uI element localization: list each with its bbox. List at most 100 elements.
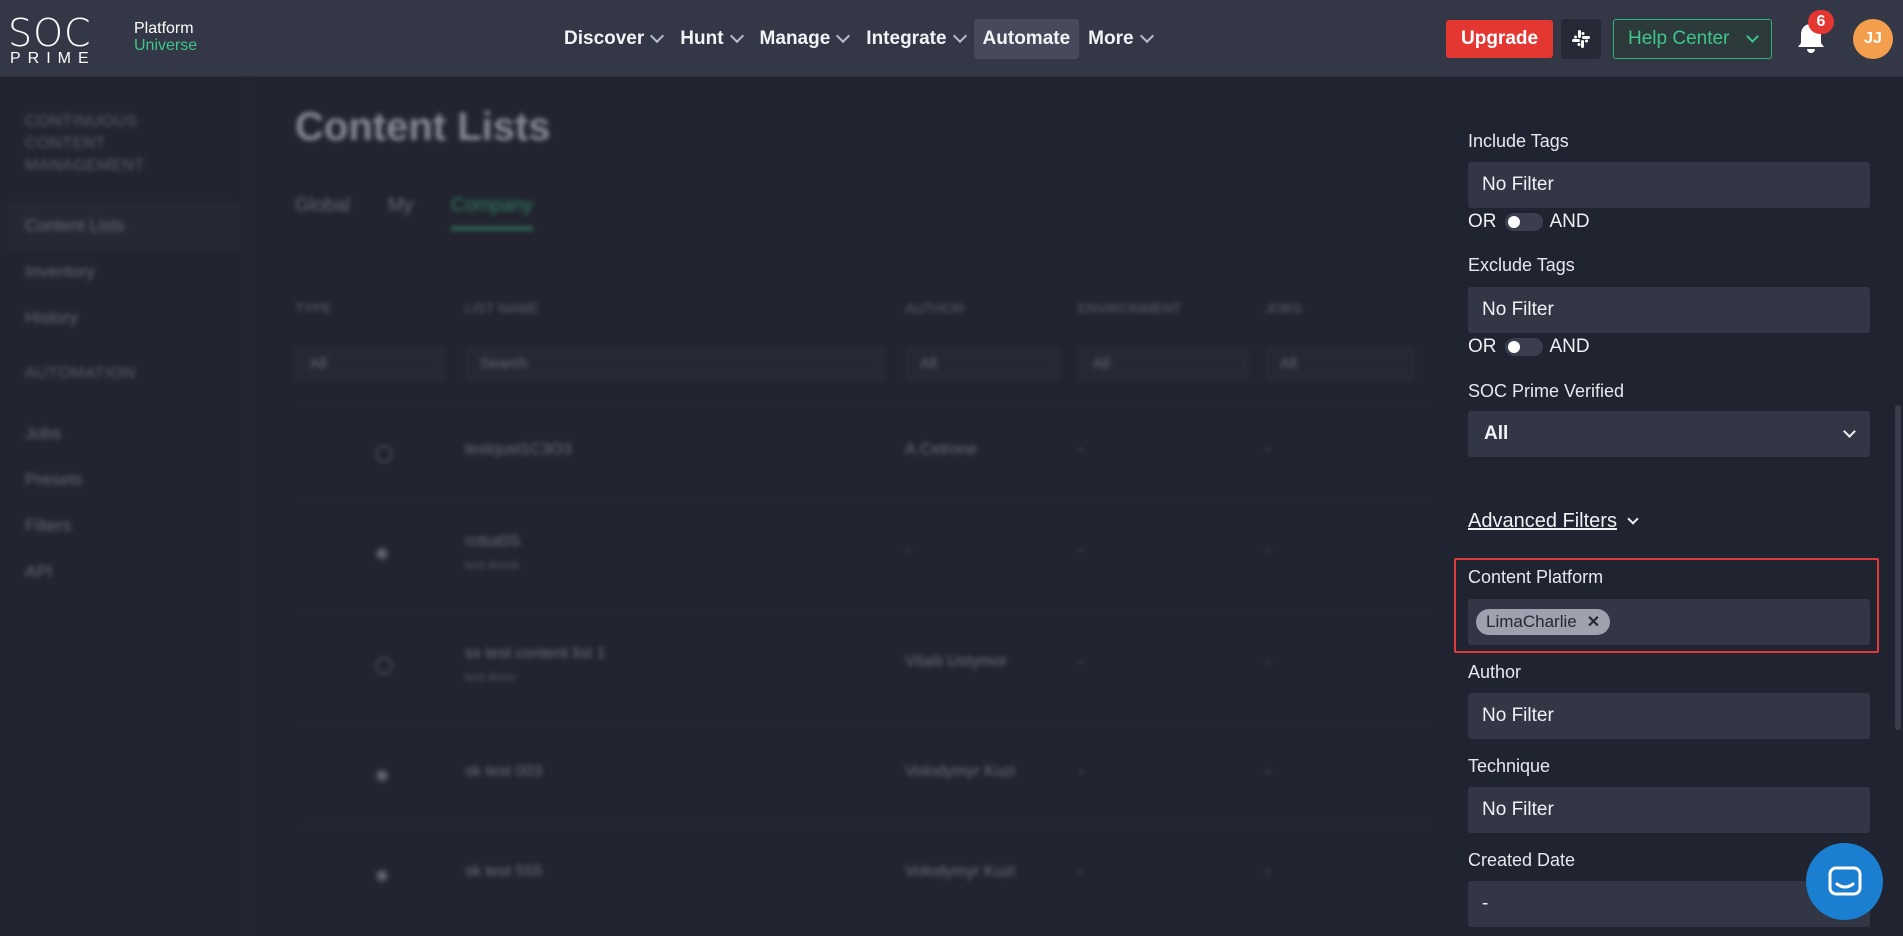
exclude-tags-logic-toggle: OR AND [1468, 336, 1590, 358]
author-filter[interactable]: All [905, 347, 1060, 381]
type-filter[interactable]: All [295, 347, 445, 381]
column-jobs[interactable]: JOBS [1265, 300, 1302, 316]
nav-discover[interactable]: Discover [555, 19, 671, 59]
avatar[interactable]: JJ [1853, 19, 1893, 59]
soc-prime-verified-label: SOC Prime Verified [1468, 381, 1625, 401]
sidebar-item-inventory[interactable]: Inventory [0, 249, 247, 295]
chevron-down-icon [952, 28, 967, 44]
row-jobs: - [1265, 541, 1271, 558]
table-row[interactable]: ◯ ss test content list 1 test descr Vita… [295, 614, 1435, 714]
row-jobs: - [1265, 441, 1271, 458]
sidebar-item-presets[interactable]: Presets [0, 457, 247, 503]
author-input[interactable]: No Filter [1468, 693, 1870, 739]
background-page: CONTINUOUS CONTENT MANAGEMENT Content Li… [0, 77, 1440, 936]
row-env: - [1078, 763, 1084, 780]
table-row[interactable]: ◉ sk test 003 Volodymyr Kuzi - - [295, 724, 1435, 824]
chevron-down-icon [729, 28, 744, 44]
tab-global[interactable]: Global [295, 195, 350, 230]
type-icon: ◉ [375, 867, 389, 884]
row-author: Volodymyr Kuzi [905, 763, 1016, 780]
row-name: ss test content list 1 [465, 645, 606, 662]
row-env: - [1078, 653, 1084, 670]
logo-mark: SOC PRIME [8, 11, 118, 67]
exclude-tags-input[interactable]: No Filter [1468, 287, 1870, 333]
top-navigation-bar: SOC PRIME Platform Universe Discover Hun… [0, 0, 1903, 77]
platform-label: Platform [134, 20, 194, 37]
advanced-filters-toggle[interactable]: Advanced Filters [1468, 510, 1639, 533]
close-icon[interactable]: ✕ [1587, 612, 1600, 632]
environment-filter[interactable]: All [1078, 347, 1248, 381]
tab-company[interactable]: Company [451, 195, 533, 230]
nav-more-label: More [1088, 28, 1134, 49]
chevron-down-icon [1139, 28, 1154, 44]
sidebar-item-history[interactable]: History [0, 295, 247, 341]
chevron-down-icon [1746, 30, 1759, 43]
table-row[interactable]: ◯ testrjust1C3O3 A.Cetrone - - [295, 402, 1435, 502]
row-env: - [1078, 863, 1084, 880]
exclude-or-label: OR [1468, 336, 1497, 357]
row-name: testrjust1C3O3 [465, 441, 572, 458]
include-tags-logic-toggle: OR AND [1468, 211, 1590, 233]
created-date-label: Created Date [1468, 850, 1576, 870]
row-description: test descr [465, 670, 518, 684]
platform-chip-label: LimaCharlie [1486, 612, 1577, 631]
chat-launcher-button[interactable] [1806, 843, 1883, 920]
slack-button[interactable] [1561, 19, 1601, 59]
chevron-down-icon [1627, 513, 1639, 525]
logo-prime-text: PRIME [10, 50, 96, 67]
main-nav: Discover Hunt Manage Integrate Automate … [555, 19, 1161, 59]
content-platform-input[interactable]: LimaCharlie ✕ [1468, 599, 1870, 645]
include-tags-input[interactable]: No Filter [1468, 162, 1870, 208]
nav-manage[interactable]: Manage [751, 19, 858, 59]
sidebar-item-content-lists[interactable]: Content Lists [8, 203, 239, 249]
chevron-down-icon [1843, 425, 1856, 438]
filter-panel-scrollbar[interactable] [1895, 405, 1901, 730]
row-name: sk test 003 [465, 763, 543, 780]
nav-hunt[interactable]: Hunt [671, 19, 750, 59]
soc-prime-logo[interactable]: SOC PRIME Platform Universe [8, 11, 197, 67]
exclude-tags-label: Exclude Tags [1468, 255, 1575, 275]
tab-my[interactable]: My [388, 195, 413, 230]
page-title: Content Lists [295, 105, 551, 149]
table-row[interactable]: ◉ sk test 555 Volodymyr Kuzi - - [295, 824, 1435, 924]
sidebar-item-jobs[interactable]: Jobs [0, 411, 247, 457]
nav-discover-label: Discover [564, 28, 645, 49]
row-jobs: - [1265, 863, 1271, 880]
nav-manage-label: Manage [759, 28, 831, 49]
table-row[interactable]: ◉ rcttut0S test desck - - - [295, 502, 1435, 602]
notification-badge: 6 [1808, 10, 1834, 34]
include-tags-label: Include Tags [1468, 131, 1569, 151]
verified-selected-value: All [1484, 423, 1509, 444]
technique-input[interactable]: No Filter [1468, 787, 1870, 833]
sidebar-item-api[interactable]: API [0, 549, 247, 595]
nav-more[interactable]: More [1079, 19, 1160, 59]
row-jobs: - [1265, 653, 1271, 670]
include-and-label: AND [1549, 211, 1590, 232]
upgrade-button[interactable]: Upgrade [1446, 20, 1554, 58]
row-jobs: - [1265, 763, 1271, 780]
column-list-name[interactable]: LIST NAME [465, 300, 539, 316]
list-name-search[interactable]: Search [465, 347, 885, 381]
exclude-logic-switch[interactable] [1504, 338, 1543, 356]
help-center-dropdown[interactable]: Help Center [1613, 19, 1772, 59]
column-author[interactable]: AUTHOR [905, 300, 964, 316]
content-platform-label: Content Platform [1468, 567, 1604, 587]
column-environment[interactable]: ENVIRONMENT [1078, 300, 1181, 316]
column-type[interactable]: TYPE [295, 300, 332, 316]
type-icon: ◯ [375, 445, 393, 462]
logo-soc-text: SOC [8, 11, 92, 55]
soc-prime-verified-select[interactable]: All [1468, 411, 1870, 457]
jobs-filter[interactable]: All [1265, 347, 1415, 381]
row-author: Volodymyr Kuzi [905, 863, 1016, 880]
logo-subtitle: Platform Universe [134, 20, 197, 54]
row-name: rcttut0S [465, 533, 521, 550]
sidebar-item-filters[interactable]: Filters [0, 503, 247, 549]
type-icon: ◉ [375, 545, 389, 562]
type-icon: ◯ [375, 657, 393, 674]
include-logic-switch[interactable] [1504, 213, 1543, 231]
help-center-label: Help Center [1628, 28, 1730, 49]
row-author: Vitalii Ustymor [905, 653, 1007, 670]
nav-automate[interactable]: Automate [973, 19, 1080, 59]
nav-integrate[interactable]: Integrate [857, 19, 973, 59]
exclude-and-label: AND [1549, 336, 1590, 357]
